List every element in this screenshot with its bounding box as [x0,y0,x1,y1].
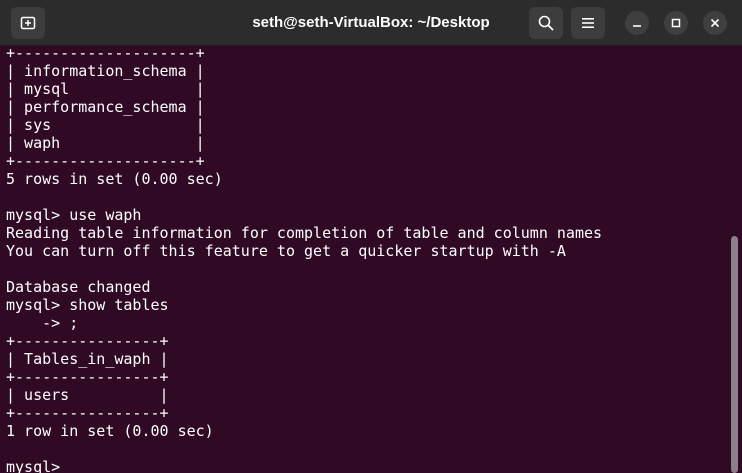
terminal-line: Reading table information for completion… [6,224,603,242]
terminal-line: 1 row in set (0.00 sec) [6,422,214,440]
terminal-line: | mysql | [6,80,205,98]
terminal-line: -> ; [6,314,79,332]
terminal-line: | sys | [6,116,205,134]
maximize-icon [671,18,681,28]
terminal-line: +--------------------+ [6,152,205,170]
terminal-line: +----------------+ [6,368,169,386]
terminal-window: seth@seth-VirtualBox: ~/Desktop +-------… [0,0,742,473]
new-tab-icon [20,16,36,30]
terminal-line: | information_schema | [6,62,205,80]
terminal-output[interactable]: +--------------------+ | information_sche… [6,46,730,473]
search-button[interactable] [529,7,563,39]
terminal-line: +----------------+ [6,332,169,350]
terminal-line: | waph | [6,134,205,152]
maximize-button[interactable] [664,11,688,35]
minimize-button[interactable] [625,11,649,35]
terminal-line: Database changed [6,278,151,296]
search-icon [538,15,554,31]
terminal-line: | users | [6,386,169,404]
scrollbar-thumb[interactable] [731,236,738,473]
title-bar: seth@seth-VirtualBox: ~/Desktop [0,0,742,46]
terminal-line: You can turn off this feature to get a q… [6,242,566,260]
menu-button[interactable] [571,7,605,39]
close-icon [710,18,720,28]
terminal-line: +--------------------+ [6,46,205,62]
terminal-line: 5 rows in set (0.00 sec) [6,170,223,188]
terminal-line: mysql> [6,458,61,473]
terminal-line: | performance_schema | [6,98,205,116]
hamburger-menu-icon [582,18,594,28]
terminal-line: +----------------+ [6,404,169,422]
close-button[interactable] [703,11,727,35]
minimize-icon [633,25,641,27]
terminal-line: mysql> use waph [6,206,142,224]
terminal-area[interactable]: +--------------------+ | information_sche… [0,46,730,473]
terminal-line: | Tables_in_waph | [6,350,169,368]
terminal-line: mysql> show tables [6,296,169,314]
new-tab-button[interactable] [11,7,45,39]
